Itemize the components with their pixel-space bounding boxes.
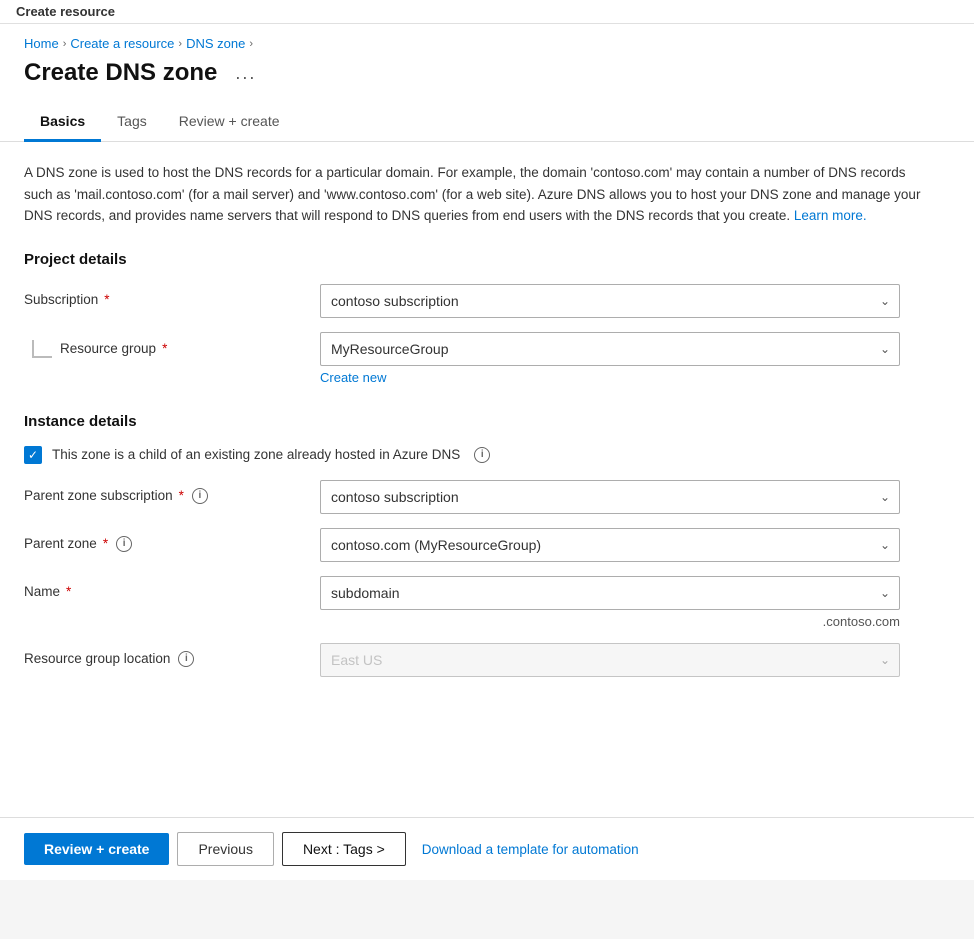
name-row: Name * ⌄ .contoso.com (24, 576, 950, 629)
subscription-required: * (104, 292, 109, 307)
instance-details-title: Instance details (24, 413, 950, 430)
breadcrumb-home[interactable]: Home (24, 36, 59, 51)
next-button[interactable]: Next : Tags > (282, 832, 406, 866)
review-create-button[interactable]: Review + create (24, 833, 169, 865)
parent-zone-info-icon[interactable]: i (116, 536, 132, 552)
resource-group-required: * (162, 341, 167, 356)
name-label: Name * (24, 576, 304, 599)
breadcrumb: Home › Create a resource › DNS zone › (0, 24, 974, 55)
breadcrumb-sep-2: › (178, 38, 182, 50)
resource-group-select[interactable]: MyResourceGroup (320, 332, 900, 366)
subscription-label: Subscription* (24, 284, 304, 307)
bottom-bar: Review + create Previous Next : Tags > D… (0, 817, 974, 880)
ellipsis-button[interactable]: ... (229, 61, 262, 86)
name-required: * (66, 584, 71, 599)
rg-location-info-icon[interactable]: i (178, 651, 194, 667)
project-details-title: Project details (24, 251, 950, 268)
parent-zone-control: contoso.com (MyResourceGroup) ⌄ (320, 528, 900, 562)
parent-zone-subscription-row: Parent zone subscription * i contoso sub… (24, 480, 950, 514)
breadcrumb-dns-zone[interactable]: DNS zone (186, 36, 245, 51)
parent-zone-sub-required: * (179, 488, 184, 503)
description-text: A DNS zone is used to host the DNS recor… (24, 162, 924, 227)
child-zone-checkbox-row: ✓ This zone is a child of an existing zo… (24, 446, 950, 464)
breadcrumb-sep-3: › (249, 38, 253, 50)
subscription-select[interactable]: contoso subscription (320, 284, 900, 318)
parent-zone-subscription-control: contoso subscription ⌄ (320, 480, 900, 514)
parent-zone-required: * (103, 536, 108, 551)
resource-group-location-select: East US (320, 643, 900, 677)
name-suffix: .contoso.com (823, 614, 900, 629)
child-zone-info-icon[interactable]: i (474, 447, 490, 463)
previous-button[interactable]: Previous (177, 832, 273, 866)
parent-zone-row: Parent zone * i contoso.com (MyResourceG… (24, 528, 950, 562)
resource-group-location-row: Resource group location i East US ⌄ (24, 643, 950, 677)
name-control: ⌄ .contoso.com (320, 576, 900, 629)
automation-link[interactable]: Download a template for automation (422, 842, 639, 857)
parent-zone-sub-info-icon[interactable]: i (192, 488, 208, 504)
resource-group-location-label: Resource group location i (24, 643, 304, 667)
learn-more-link[interactable]: Learn more. (794, 208, 867, 223)
child-zone-checkbox[interactable]: ✓ (24, 446, 42, 464)
name-input[interactable] (320, 576, 900, 610)
tab-tags[interactable]: Tags (101, 103, 163, 142)
resource-group-location-control: East US ⌄ (320, 643, 900, 677)
parent-zone-select[interactable]: contoso.com (MyResourceGroup) (320, 528, 900, 562)
subscription-row: Subscription* contoso subscription ⌄ (24, 284, 950, 318)
parent-zone-subscription-select[interactable]: contoso subscription (320, 480, 900, 514)
subscription-control: contoso subscription ⌄ (320, 284, 900, 318)
project-details-section: Project details Subscription* contoso su… (24, 251, 950, 385)
tab-review-create[interactable]: Review + create (163, 103, 296, 142)
child-zone-label: This zone is a child of an existing zone… (52, 447, 460, 462)
instance-details-section: Instance details ✓ This zone is a child … (24, 413, 950, 677)
resource-group-label: Resource group (60, 341, 156, 356)
breadcrumb-create-resource[interactable]: Create a resource (70, 36, 174, 51)
create-new-link[interactable]: Create new (320, 370, 386, 385)
resource-group-control: MyResourceGroup ⌄ (320, 332, 900, 366)
breadcrumb-sep-1: › (63, 38, 67, 50)
checkmark-icon: ✓ (28, 449, 38, 461)
tab-basics[interactable]: Basics (24, 103, 101, 142)
tabs-container: Basics Tags Review + create (0, 103, 974, 142)
parent-zone-subscription-label: Parent zone subscription * i (24, 480, 304, 504)
parent-zone-label: Parent zone * i (24, 528, 304, 552)
page-title: Create DNS zone (24, 59, 217, 87)
top-bar-title: Create resource (16, 4, 115, 19)
